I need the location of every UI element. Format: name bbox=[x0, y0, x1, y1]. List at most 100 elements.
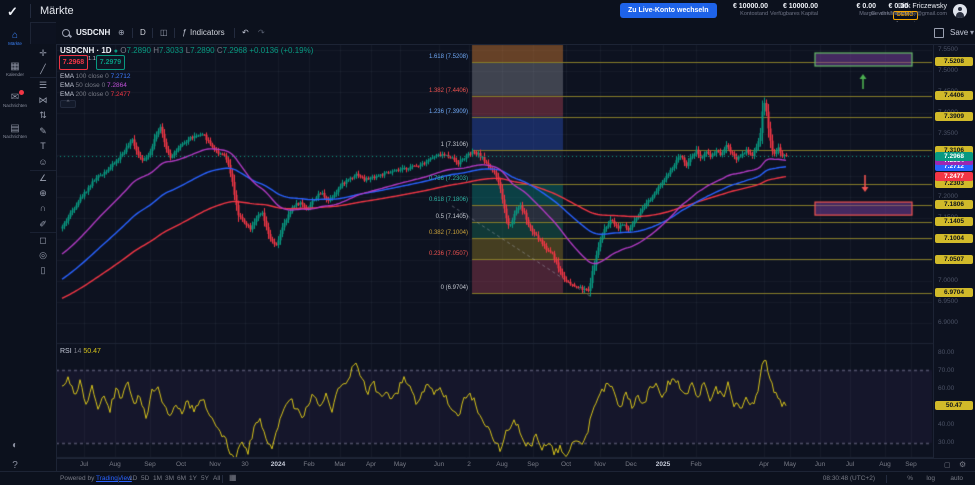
price-badge: 7.1806 bbox=[935, 200, 973, 209]
draw-visibility-tool[interactable]: ✐ bbox=[30, 217, 56, 232]
price-grid-label: 6.9500 bbox=[938, 298, 958, 305]
symbol-search-input[interactable]: USDCNH bbox=[76, 22, 110, 44]
ohlc-low-value: 7.2890 bbox=[190, 46, 214, 55]
time-axis-label: Jun bbox=[815, 461, 825, 468]
user-avatar[interactable] bbox=[953, 4, 967, 18]
time-axis-label: 2024 bbox=[271, 461, 285, 468]
indicator-name: EMA bbox=[60, 73, 76, 80]
time-axis-label: 2025 bbox=[656, 461, 670, 468]
interval-button[interactable]: D bbox=[140, 22, 146, 44]
redo-button[interactable]: ↷ bbox=[258, 22, 265, 44]
chart-type-icon[interactable]: ◫ bbox=[160, 22, 168, 44]
sidebar-item-label: Märkte bbox=[0, 41, 30, 47]
price-badge: 6.9704 bbox=[935, 288, 973, 297]
lock-drawings-tool[interactable]: ◻ bbox=[30, 232, 56, 248]
account-stat: € 10000.00Verfügbares Kapital bbox=[770, 3, 818, 18]
pane-maximize-icon[interactable]: ▢ bbox=[944, 461, 951, 469]
price-axis[interactable]: 7.55007.50007.45007.40007.35007.20007.15… bbox=[933, 44, 975, 458]
measure-tool[interactable]: ∠ bbox=[30, 170, 56, 186]
rsi-grid-label: 70.00 bbox=[938, 367, 954, 374]
sidebar-help[interactable]: ? bbox=[0, 460, 30, 471]
home-icon: ⌂ bbox=[0, 30, 30, 41]
sidebar-item-home[interactable]: ⌂Märkte bbox=[0, 30, 30, 47]
time-axis-label: Sep bbox=[144, 461, 156, 468]
app-logo-icon[interactable]: ✓ bbox=[7, 4, 23, 18]
price-grid-label: 6.9000 bbox=[938, 319, 958, 326]
price-grid-label: 7.3500 bbox=[938, 130, 958, 137]
divider bbox=[118, 475, 119, 483]
long-short-position-tool[interactable]: ⇅ bbox=[30, 108, 56, 123]
legend-collapse-button[interactable]: ^ bbox=[60, 100, 76, 108]
price-grid-label: 7.5000 bbox=[938, 67, 958, 74]
ema-legend-row[interactable]: EMA 200 close 0 7.2477 bbox=[60, 90, 131, 99]
buy-button[interactable]: 7.2979 bbox=[96, 55, 125, 70]
brush-tool[interactable]: ✎ bbox=[30, 124, 56, 139]
goto-date-icon[interactable]: ▦ bbox=[229, 473, 237, 482]
percent-scale-button[interactable]: % bbox=[907, 475, 913, 482]
undo-button[interactable]: ↶ bbox=[242, 22, 249, 44]
sell-button[interactable]: 7.2968 bbox=[59, 55, 88, 70]
divider bbox=[222, 475, 223, 483]
time-axis-label: May bbox=[784, 461, 796, 468]
time-axis-label: Jun bbox=[434, 461, 444, 468]
time-axis-label: Nov bbox=[594, 461, 606, 468]
ema-legend-row[interactable]: EMA 50 close 0 7.2864 bbox=[60, 81, 127, 90]
crosshair-tool[interactable]: ✛ bbox=[30, 46, 56, 61]
user-info[interactable]: Dirk Friczewsky dirk.friczewsky@gmail.co… bbox=[881, 3, 947, 18]
price-badge: 7.4406 bbox=[935, 91, 973, 100]
fib-level-label: 1.236 (7.3909) bbox=[408, 109, 468, 116]
time-axis-label: Mar bbox=[334, 461, 345, 468]
auto-scale-button[interactable]: auto bbox=[950, 475, 963, 482]
price-grid-label: 7.5500 bbox=[938, 46, 958, 53]
stat-value: € 10000.00 bbox=[720, 3, 768, 11]
price-badge: 7.2968 bbox=[935, 152, 973, 161]
rsi-grid-label: 60.00 bbox=[938, 385, 954, 392]
compare-symbol-icon[interactable]: ⊕ bbox=[118, 22, 125, 44]
drawing-tool-rail: ✛╱☰⋈⇅✎T☺∠⊕∩✐◻◎▯ bbox=[30, 44, 57, 484]
rsi-param: 14 bbox=[74, 348, 82, 355]
powered-by-text: Powered by bbox=[60, 475, 94, 482]
emoji-tool[interactable]: ☺ bbox=[30, 155, 56, 170]
log-scale-button[interactable]: log bbox=[926, 475, 935, 482]
fib-retracement-tool[interactable]: ☰ bbox=[30, 77, 56, 93]
sidebar-item-mail[interactable]: ✉Nachrichten bbox=[0, 92, 30, 109]
main-chart-canvas[interactable] bbox=[0, 0, 975, 484]
stat-label: Verfügbares Kapital bbox=[770, 11, 818, 18]
sidebar-theme-toggle[interactable]: ◐ bbox=[0, 440, 30, 451]
time-axis-label: 2 bbox=[467, 461, 471, 468]
account-stat: € 10000.00Kontostand bbox=[720, 3, 768, 18]
text-tool[interactable]: T bbox=[30, 139, 56, 154]
indicator-name: EMA bbox=[60, 91, 76, 98]
save-button[interactable]: Save bbox=[950, 22, 968, 44]
time-axis-label: Aug bbox=[496, 461, 508, 468]
time-axis-label: Jul bbox=[846, 461, 854, 468]
clock[interactable]: 08:30:48 (UTC+2) bbox=[823, 475, 875, 482]
time-axis-label: Jul bbox=[80, 461, 88, 468]
time-axis-label: Oct bbox=[561, 461, 571, 468]
mail-icon: ✉ bbox=[0, 92, 30, 103]
remove-drawings-tool[interactable]: ▯ bbox=[30, 263, 56, 278]
indicators-button[interactable]: Indicators bbox=[190, 22, 225, 44]
layout-icon[interactable] bbox=[934, 22, 944, 44]
legend-symbol[interactable]: USDCNH · 1D bbox=[60, 46, 112, 55]
switch-live-account-button[interactable]: Zu Live-Konto wechseln bbox=[620, 3, 717, 18]
time-axis-label: Sep bbox=[905, 461, 917, 468]
time-axis[interactable]: ▢ ⚙ JulAugSepOctNov302024FebMarAprMayJun… bbox=[0, 458, 975, 472]
trendline-tool[interactable]: ╱ bbox=[30, 62, 56, 77]
fib-level-label: 0.618 (7.1806) bbox=[408, 197, 468, 204]
page-title: Märkte bbox=[40, 5, 74, 17]
time-axis-settings-icon[interactable]: ⚙ bbox=[959, 460, 966, 469]
notification-badge bbox=[19, 90, 24, 95]
save-caret-icon[interactable]: ▾ bbox=[970, 22, 974, 44]
zoom-in-tool[interactable]: ⊕ bbox=[30, 186, 56, 201]
sidebar-item-news[interactable]: ▤Nachrichten bbox=[0, 123, 30, 140]
sidebar-item-calendar[interactable]: ▦Kalender bbox=[0, 61, 30, 78]
magnet-tool[interactable]: ∩ bbox=[30, 201, 56, 216]
ohlc-high-value: 7.3033 bbox=[159, 46, 183, 55]
time-axis-label: 30 bbox=[241, 461, 248, 468]
pattern-tool[interactable]: ⋈ bbox=[30, 93, 56, 108]
ema-legend-row[interactable]: EMA 100 close 0 7.2712 bbox=[60, 72, 131, 81]
hide-drawings-tool[interactable]: ◎ bbox=[30, 248, 56, 263]
ohlc-open-value: 7.2890 bbox=[127, 46, 151, 55]
indicator-name: EMA bbox=[60, 82, 76, 89]
